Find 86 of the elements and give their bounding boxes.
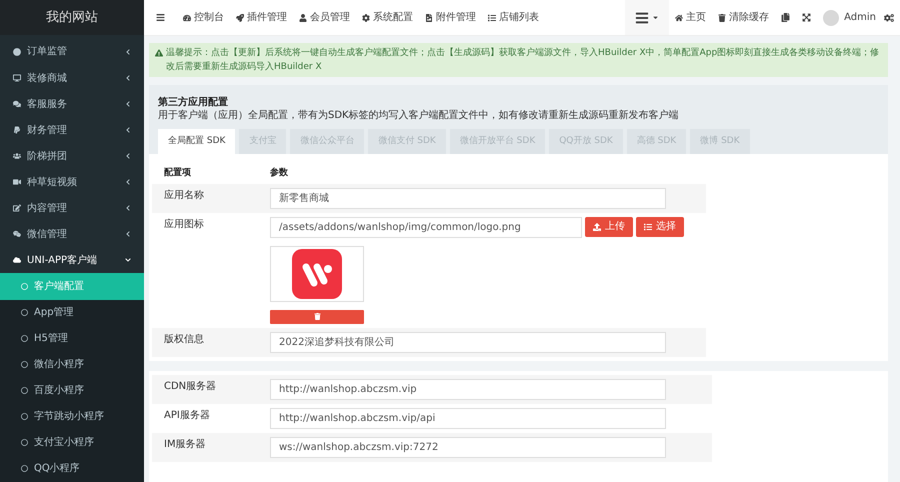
- nav-link[interactable]: 清除缓存: [712, 10, 776, 25]
- submenu-item[interactable]: 微信小程序: [0, 352, 144, 378]
- text-input[interactable]: ws://wanlshop.abczsm.vip:7272: [270, 436, 666, 458]
- user-name[interactable]: Admin: [844, 10, 876, 25]
- nav-link[interactable]: 系统配置: [356, 10, 419, 25]
- chevron-left-icon: [125, 179, 131, 186]
- rocket-icon: [236, 14, 244, 22]
- chevron-left-icon: [125, 205, 131, 212]
- list-icon: [488, 14, 496, 22]
- menu-icon[interactable]: [156, 13, 165, 22]
- edit-icon: [13, 204, 21, 212]
- cloud-icon: [13, 256, 21, 264]
- tip-text: 温馨提示：点击【更新】后系统将一键自动生成客户端配置文件；点击【生成源码】获取客户端源文件，导入HBuilder X中，简单配置App图标即刻直接生成各类移动设备终端；修改后需要重新生成源码导入HBuilder X: [166, 46, 880, 74]
- sidebar-item[interactable]: 财务管理: [0, 117, 144, 144]
- chevron-left-icon: [125, 48, 131, 55]
- nav-link[interactable]: 附件管理: [419, 10, 482, 25]
- caret-icon: [652, 14, 660, 21]
- sidebar-item[interactable]: 种草短视频: [0, 169, 144, 196]
- panel-description: 用于客户端（应用）全局配置，带有为SDK标签的均写入客户端配置文件中，如有修改请重新生成源码重新发布客户端: [158, 110, 680, 122]
- delete-button[interactable]: [270, 310, 364, 324]
- warning-icon: [155, 49, 163, 57]
- dot-icon: [13, 48, 21, 56]
- submenu-item[interactable]: App管理: [0, 300, 144, 326]
- path-input[interactable]: /assets/addons/wanlshop/img/common/logo.png: [270, 216, 582, 238]
- gear-icon: [362, 14, 370, 22]
- panel-title: 第三方应用配置: [158, 95, 229, 110]
- upload-button[interactable]: 上传: [585, 216, 633, 236]
- copy-icon[interactable]: [781, 13, 790, 22]
- monitor-icon: [13, 74, 21, 82]
- sidebar-item[interactable]: 装修商城: [0, 64, 144, 92]
- text-input[interactable]: 新零售商城: [270, 188, 666, 208]
- text-input[interactable]: http://wanlshop.abczsm.vip/api: [270, 408, 666, 428]
- field-label: IM服务器: [164, 438, 207, 452]
- chevron-left-icon: [125, 75, 131, 81]
- dropdown-toggle[interactable]: [625, 0, 670, 35]
- menu-icon: [635, 10, 650, 24]
- app-logo-icon: [292, 248, 342, 298]
- submenu-item[interactable]: H5管理: [0, 326, 144, 352]
- site-title: 我的网站: [46, 8, 98, 27]
- users-icon: [13, 152, 21, 160]
- submenu-item[interactable]: QQ小程序: [0, 456, 144, 482]
- list-icon: [644, 222, 652, 230]
- sidebar-item[interactable]: 订单监管: [0, 38, 144, 65]
- nav-link[interactable]: 插件管理: [230, 10, 293, 25]
- nav-link[interactable]: 控制台: [177, 10, 230, 25]
- sidebar-item[interactable]: 阶梯拼团: [0, 143, 144, 170]
- dashboard-icon: [183, 14, 191, 22]
- select-button[interactable]: 选择: [636, 216, 684, 236]
- tab[interactable]: 全局配置 SDK: [158, 129, 236, 154]
- sidebar-item[interactable]: UNI-APP客户端: [0, 247, 144, 274]
- column-header: 配置项: [164, 167, 192, 180]
- upload-icon: [593, 222, 601, 230]
- trash-icon: [718, 14, 726, 22]
- field-label: 应用图标: [164, 218, 205, 232]
- image-file-icon: [425, 14, 433, 22]
- field-label: 应用名称: [164, 188, 205, 202]
- settings-icon[interactable]: [884, 12, 894, 22]
- field-label: API服务器: [164, 408, 211, 422]
- sidebar-item[interactable]: 微信管理: [0, 221, 144, 248]
- sidebar-item[interactable]: 客服服务: [0, 91, 144, 118]
- trash-icon: [314, 313, 320, 320]
- submenu-item[interactable]: 百度小程序: [0, 378, 144, 404]
- field-label: 版权信息: [164, 332, 205, 346]
- nav-link[interactable]: 主页: [669, 10, 712, 25]
- video-icon: [13, 178, 21, 186]
- chat-icon: [13, 100, 21, 108]
- chevron-left-icon: [125, 231, 131, 238]
- column-header: 参数: [270, 167, 288, 180]
- home-icon: [675, 14, 684, 22]
- text-input[interactable]: 2022深追梦科技有限公司: [270, 332, 666, 352]
- sidebar-item[interactable]: 内容管理: [0, 195, 144, 222]
- nav-link[interactable]: 会员管理: [293, 10, 356, 25]
- chevron-left-icon: [125, 153, 131, 160]
- fullscreen-icon[interactable]: [802, 13, 812, 22]
- text-input[interactable]: http://wanlshop.abczsm.vip: [270, 378, 666, 400]
- submenu-item[interactable]: 支付宝小程序: [0, 430, 144, 456]
- chevron-down-icon: [125, 257, 131, 264]
- user-icon: [299, 14, 307, 22]
- submenu-item[interactable]: 字节跳动小程序: [0, 404, 144, 430]
- wechat-icon: [13, 230, 21, 238]
- paypal-icon: [13, 126, 21, 134]
- field-label: CDN服务器: [164, 380, 218, 394]
- avatar: [823, 10, 840, 26]
- chevron-left-icon: [125, 127, 131, 134]
- chevron-left-icon: [125, 101, 131, 108]
- nav-link[interactable]: 店铺列表: [482, 10, 545, 25]
